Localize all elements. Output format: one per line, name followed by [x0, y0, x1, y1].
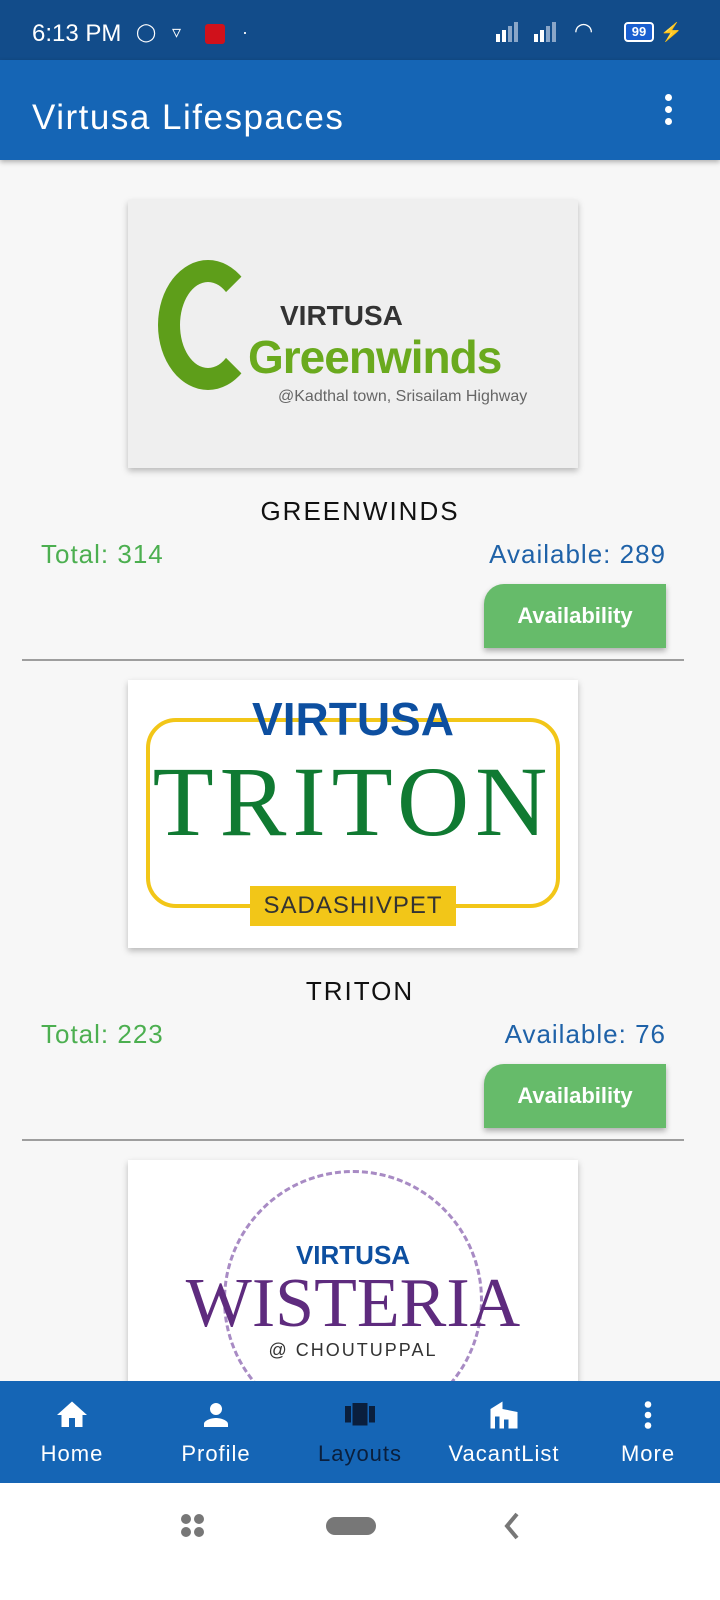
logo-title: WISTERIA [185, 1265, 521, 1342]
logo-subtitle: @ CHOUTUPPAL [268, 1340, 438, 1360]
logo-brand: VIRTUSA [252, 693, 454, 745]
signal-icon [496, 22, 518, 42]
app-bar: Virtusa Lifespaces [0, 60, 720, 160]
project-name: GREENWINDS [260, 496, 460, 526]
triton-logo[interactable]: VIRTUSA TRITON SADASHIVPET [128, 680, 578, 948]
nav-vacantlist[interactable]: VacantList [432, 1381, 576, 1483]
carousel-icon [345, 1403, 375, 1426]
nav-profile[interactable]: Profile [144, 1381, 288, 1483]
project-name: TRITON [305, 976, 415, 1006]
logo-title: TRITON [152, 746, 554, 857]
system-navigation-bar [0, 1483, 720, 1600]
wifi-icon: ◠ [574, 18, 594, 43]
nav-label: Layouts [317, 1441, 403, 1466]
logo-subtitle: @Kadthal town, Srisailam Highway [278, 388, 528, 405]
status-bar: 6:13 PM ◯ ▿ · ◠ 99 ⚡ [0, 0, 720, 60]
nav-label: VacantList [448, 1441, 560, 1466]
more-vert-icon [644, 1401, 652, 1429]
divider [22, 1139, 684, 1141]
recents-icon[interactable] [180, 1513, 206, 1539]
nav-layouts[interactable]: Layouts [288, 1381, 432, 1483]
battery-icon: 99 [624, 22, 654, 42]
greenwinds-logo[interactable]: VIRTUSA Greenwinds @Kadthal town, Srisai… [128, 200, 578, 468]
logo-subtitle: SADASHIVPET [250, 886, 456, 926]
nav-label: More [620, 1441, 676, 1466]
dot-icon: · [242, 22, 248, 42]
availability-button[interactable]: Availability [484, 584, 666, 648]
nav-more[interactable]: More [576, 1381, 720, 1483]
whatsapp-icon: ◯ [136, 22, 157, 42]
bottom-navigation: Home Profile Layouts VacantList More [0, 1381, 720, 1483]
logo-title: Greenwinds [248, 331, 502, 383]
availability-button[interactable]: Availability [484, 1064, 666, 1128]
home-icon [57, 1401, 87, 1427]
divider [22, 659, 684, 661]
logo-brand: VIRTUSA [280, 300, 403, 331]
total-count: Total: 314 [41, 539, 164, 569]
charging-icon: ⚡ [660, 22, 683, 42]
more-vert-icon[interactable] [660, 94, 676, 128]
nav-home[interactable]: Home [0, 1381, 144, 1483]
nav-label: Profile [181, 1441, 251, 1466]
status-time: 6:13 PM [32, 20, 122, 47]
app-title: Virtusa Lifespaces [32, 98, 345, 137]
airtel-icon [205, 24, 225, 44]
back-icon[interactable] [502, 1511, 522, 1541]
notification-icon: ▿ [172, 22, 182, 42]
home-pill[interactable] [326, 1517, 376, 1535]
available-count: Available: 76 [504, 1019, 666, 1049]
available-count: Available: 289 [489, 539, 666, 569]
leaf-g-icon [158, 260, 258, 390]
nav-label: Home [40, 1441, 104, 1466]
person-icon [204, 1403, 228, 1427]
buildings-icon [490, 1401, 518, 1429]
total-count: Total: 223 [41, 1019, 164, 1049]
signal-icon [534, 22, 556, 42]
